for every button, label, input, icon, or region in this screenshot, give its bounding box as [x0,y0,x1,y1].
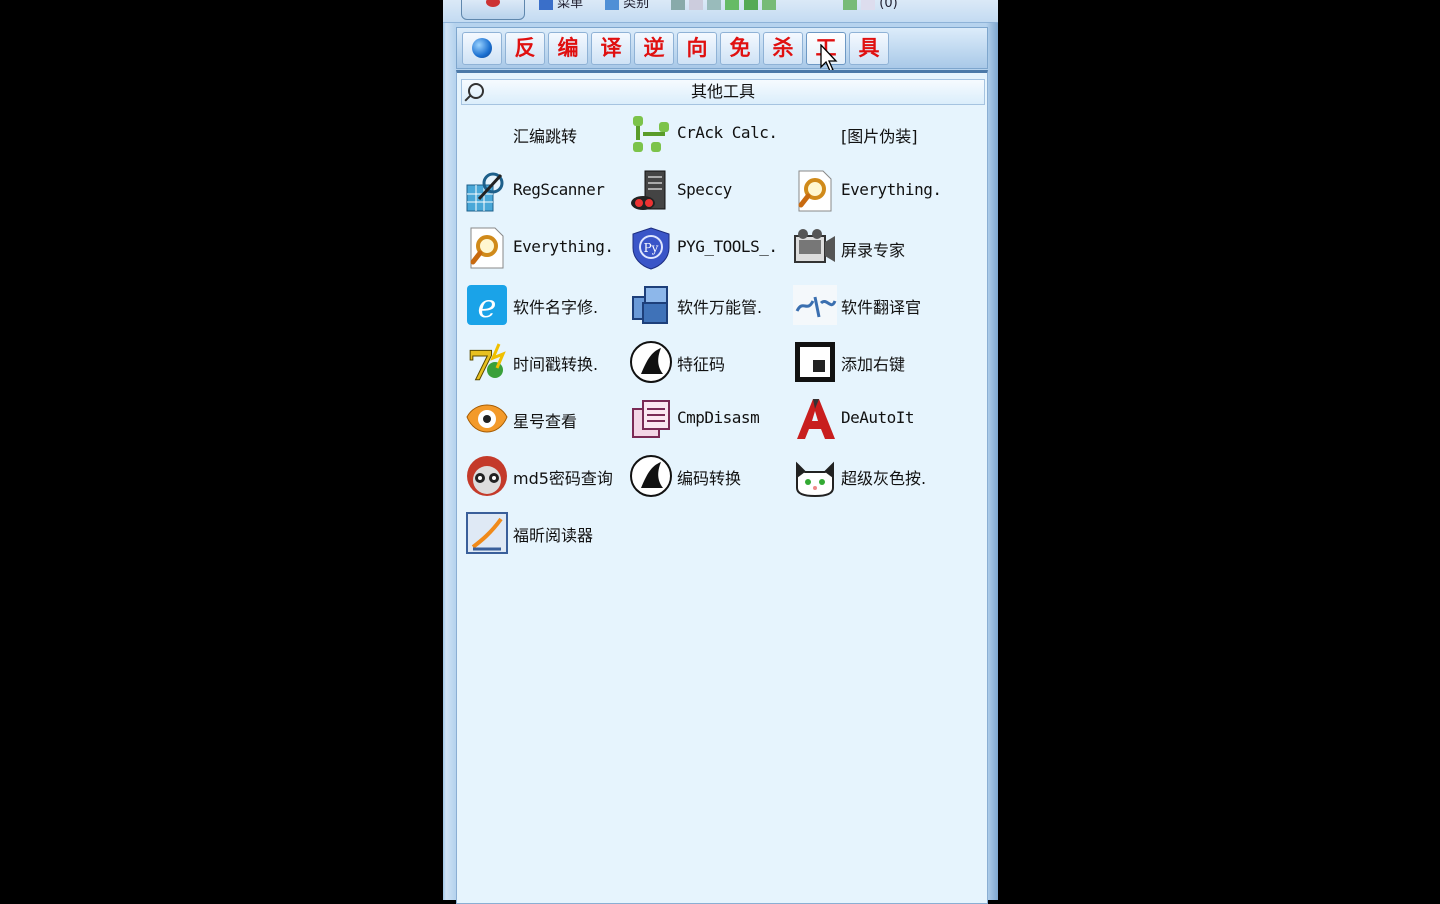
users-icon [725,0,740,10]
svg-text:e: e [478,287,497,325]
tool-item[interactable]: md5密码查询 [459,451,623,501]
cat-icon [796,461,834,498]
tool-item[interactable]: 超级灰色按. [787,451,951,501]
shark-fin-icon [630,455,672,497]
tool-item[interactable]: [图片伪装] [787,109,951,159]
eye-icon [466,404,508,433]
screen-recorder-icon [794,229,835,263]
tool-item[interactable]: 屏录专家 [787,223,951,273]
tool-item[interactable]: 福昕阅读器 [459,508,623,558]
tool-item[interactable]: 添加右键 [787,337,951,387]
everything-icon [470,227,504,269]
raccoon-icon [467,456,507,496]
tool-item[interactable]: 7 时间戳转换. [459,337,623,387]
tool-item[interactable]: 软件翻译官 [787,280,951,330]
tool-item[interactable]: RegScanner [459,166,623,216]
right-click-icon [795,342,835,382]
everything-icon [798,170,832,212]
tool-item[interactable]: 汇编跳转 [459,109,623,159]
tool-item[interactable]: 编码转换 [623,451,787,501]
speccy-icon [631,170,666,210]
tool-item[interactable]: Speccy [623,166,787,216]
pyg-shield-icon: Py [632,227,670,270]
cmpdisasm-icon [632,400,670,438]
tool-item[interactable]: CrAck Calc. [623,109,787,159]
ie-icon: e [467,285,507,325]
foxit-icon [466,512,508,554]
category-tab-bar: 反 编 译 逆 向 免 杀 工 具 [456,27,988,69]
tool-item[interactable]: Py PYG_TOOLS_. [623,223,787,273]
mail-icon [861,0,876,10]
tab-fan[interactable]: 反 [505,32,545,65]
toolbar: 菜单 类别 (0) [443,0,998,23]
tool-item[interactable]: DeAutoIt [787,394,951,444]
wand-icon [671,0,685,10]
menu-button[interactable]: 菜单 [539,0,583,10]
tools-panel: 其他工具 汇编跳转 CrAck Calc. [图片伪装] RegScanner … [456,70,988,904]
messages-button[interactable]: (0) [843,0,898,10]
tab-mian[interactable]: 免 [720,32,760,65]
tool-item[interactable]: Everything. [787,166,951,216]
svg-text:Py: Py [644,241,659,255]
tool-item[interactable]: 软件万能管. [623,280,787,330]
translator-icon [793,285,837,325]
tab-ju[interactable]: 具 [849,32,889,65]
tab-sha[interactable]: 杀 [763,32,803,65]
panel-header: 其他工具 [461,79,985,105]
tab-home[interactable] [462,32,502,65]
tab-xiang[interactable]: 向 [677,32,717,65]
tab-yi[interactable]: 译 [591,32,631,65]
toolbar-icons[interactable] [671,0,776,10]
windows-stack-icon [632,286,668,324]
autoit-icon [797,399,835,439]
app-window: 菜单 类别 (0) 反 编 译 逆 向 免 杀 工 具 其他工具 汇编跳转 Cr… [443,0,998,904]
user-add-icon [843,0,857,10]
shark-fin-icon [630,341,672,383]
crack-calc-icon [633,116,669,152]
tab-bian[interactable]: 编 [548,32,588,65]
tool-item[interactable]: CmpDisasm [623,394,787,444]
tool-item[interactable]: 星号查看 [459,394,623,444]
leaf-icon [743,0,758,10]
panel-title: 其他工具 [690,82,755,101]
doc-icon [689,0,704,10]
tool-item[interactable]: 特征码 [623,337,787,387]
tool-item[interactable]: e 软件名字修. [459,280,623,330]
category-icon [605,0,619,10]
regscanner-icon [466,172,504,212]
group-icon [761,0,776,10]
tool-item[interactable]: Everything. [459,223,623,273]
seven-icon: 7 [467,343,506,384]
category-button[interactable]: 类别 [605,0,649,10]
globe-icon [472,38,492,58]
tab-ni[interactable]: 逆 [634,32,674,65]
pin-icon [707,0,722,10]
menu-icon [539,0,553,10]
app-logo-icon[interactable] [461,0,525,20]
